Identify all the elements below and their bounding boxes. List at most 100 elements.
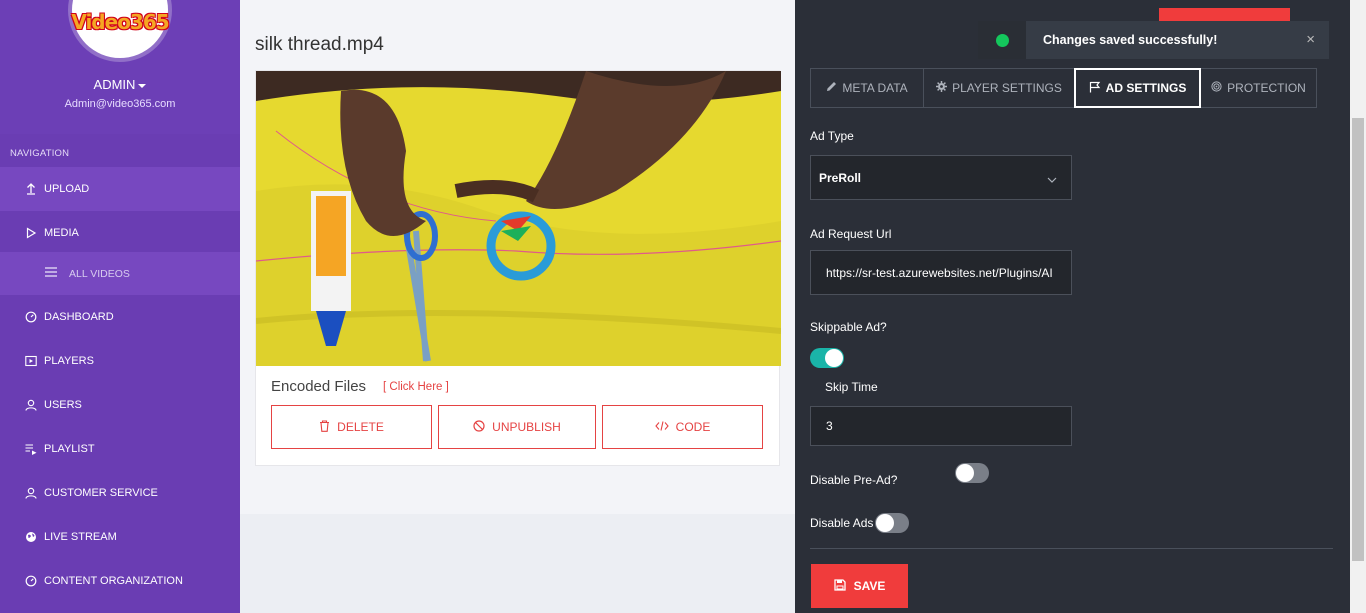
code-icon — [654, 420, 669, 434]
disable-pre-ad-label: Disable Pre-Ad? — [810, 473, 898, 487]
sidebar-item-playlist[interactable]: PLAYLIST — [0, 427, 240, 471]
tab-label: META DATA — [842, 81, 908, 95]
video-card: Encoded Files [ Click Here ] DELETE UNPU… — [255, 70, 781, 466]
toggle-knob — [876, 514, 894, 532]
skippable-ad-label: Skippable Ad? — [810, 320, 887, 334]
disable-ads-label: Disable Ads — [810, 516, 874, 530]
caret-down-icon — [138, 83, 147, 88]
skip-time-label: Skip Time — [825, 380, 878, 394]
code-label: CODE — [675, 420, 711, 434]
ad-request-url-value: https://sr-test.azurewebsites.net/Plugin… — [826, 265, 1053, 280]
sidebar-item-label: LIVE STREAM — [44, 531, 117, 543]
tab-ad-settings[interactable]: AD SETTINGS — [1074, 68, 1201, 108]
playlist-icon — [25, 443, 37, 455]
delete-label: DELETE — [337, 420, 384, 434]
code-button[interactable]: CODE — [602, 405, 763, 449]
toast-notification: Changes saved successfully! × — [978, 21, 1329, 59]
gear-icon — [936, 81, 948, 95]
sidebar-item-dashboard[interactable]: DASHBOARD — [0, 295, 240, 339]
trash-icon — [319, 419, 330, 435]
sidebar-item-label: CONTENT ORGANIZATION — [44, 575, 183, 587]
scrollbar-thumb[interactable] — [1352, 118, 1364, 561]
skip-time-input[interactable]: 3 — [810, 406, 1072, 446]
sidebar-item-label: PLAYLIST — [44, 443, 95, 455]
ad-request-url-input[interactable]: https://sr-test.azurewebsites.net/Plugin… — [810, 250, 1072, 295]
sidebar-item-label: UPLOAD — [44, 183, 90, 195]
flag-icon — [1089, 81, 1101, 96]
brand-logo[interactable]: Video365 — [71, 0, 170, 58]
encoded-files-label: Encoded Files — [271, 378, 367, 395]
ban-icon — [473, 419, 485, 435]
unpublish-label: UNPUBLISH — [492, 420, 561, 434]
admin-name: ADMIN — [93, 77, 136, 92]
tab-protection[interactable]: PROTECTION — [1200, 68, 1317, 108]
sidebar-subitem-all-videos[interactable]: ALL VIDEOS — [0, 252, 240, 295]
video-title: silk thread.mp4 — [255, 34, 384, 55]
sidebar-item-label: DASHBOARD — [44, 311, 114, 323]
sidebar-item-media[interactable]: MEDIA — [0, 211, 240, 255]
sidebar-subitem-label: ALL VIDEOS — [69, 267, 130, 280]
gauge-icon — [25, 311, 37, 323]
ad-type-value: PreRoll — [819, 170, 862, 185]
disable-ads-toggle[interactable] — [875, 513, 909, 533]
pencil-icon — [826, 81, 837, 95]
gauge-icon — [25, 575, 37, 587]
sidebar-item-label: MEDIA — [44, 227, 79, 239]
video-frame-image — [256, 71, 781, 366]
tab-meta-data[interactable]: META DATA — [810, 68, 924, 108]
user-icon — [25, 399, 37, 411]
sidebar-item-label: CUSTOMER SERVICE — [44, 487, 158, 499]
ad-type-label: Ad Type — [810, 129, 854, 143]
video-preview[interactable] — [256, 71, 781, 366]
sidebar-item-upload[interactable]: UPLOAD — [0, 167, 240, 211]
sidebar-item-live-stream[interactable]: LIVE STREAM — [0, 515, 240, 559]
user-icon — [25, 487, 37, 499]
divider — [810, 548, 1333, 549]
sidebar-item-customer-service[interactable]: CUSTOMER SERVICE — [0, 471, 240, 515]
target-icon — [1211, 81, 1222, 95]
toast-message: Changes saved successfully! — [1043, 33, 1218, 47]
toast-status — [978, 21, 1026, 59]
disable-pre-ad-toggle[interactable] — [955, 463, 989, 483]
sidebar-item-label: USERS — [44, 399, 82, 411]
sidebar: Video365 ADMIN Admin@video365.com NAVIGA… — [0, 0, 240, 613]
main-footer-area — [240, 514, 795, 613]
admin-menu[interactable]: ADMIN — [0, 77, 240, 92]
player-icon — [25, 355, 37, 367]
chevron-down-icon — [1047, 173, 1057, 187]
delete-button[interactable]: DELETE — [271, 405, 432, 449]
tab-player-settings[interactable]: PLAYER SETTINGS — [923, 68, 1075, 108]
globe-icon — [25, 531, 37, 543]
tab-label: PLAYER SETTINGS — [952, 81, 1062, 95]
settings-tabs: META DATA PLAYER SETTINGS AD SETTINGS PR… — [810, 68, 1317, 108]
close-icon[interactable]: × — [1306, 31, 1315, 48]
sidebar-item-players[interactable]: PLAYERS — [0, 339, 240, 383]
toggle-knob — [825, 349, 843, 367]
skip-time-value: 3 — [826, 419, 833, 433]
ad-request-url-label: Ad Request Url — [810, 227, 892, 241]
sidebar-item-content-organization[interactable]: CONTENT ORGANIZATION — [0, 559, 240, 603]
top-red-button[interactable] — [1159, 8, 1290, 22]
page-scrollbar[interactable] — [1350, 0, 1366, 613]
list-icon — [45, 267, 57, 280]
nav-heading: NAVIGATION — [10, 148, 70, 159]
save-button[interactable]: SAVE — [811, 564, 908, 608]
toggle-knob — [956, 464, 974, 482]
main-content: silk thread.mp4 Encoded Files [Click He… — [240, 0, 795, 613]
ad-type-select[interactable]: PreRoll — [810, 155, 1072, 200]
admin-email: Admin@video365.com — [64, 98, 176, 110]
skippable-ad-toggle[interactable] — [810, 348, 844, 368]
tab-label: AD SETTINGS — [1105, 81, 1187, 95]
sidebar-item-label: PLAYERS — [44, 355, 94, 367]
unpublish-button[interactable]: UNPUBLISH — [438, 405, 596, 449]
play-icon — [25, 227, 37, 239]
save-icon — [833, 578, 846, 594]
upload-icon — [25, 183, 37, 195]
click-here-link[interactable]: [ Click Here ] — [383, 381, 449, 393]
success-dot-icon — [995, 33, 1009, 47]
logo-text: Video365 — [71, 10, 169, 34]
settings-panel: Changes saved successfully! × META DATA … — [795, 0, 1350, 613]
tab-label: PROTECTION — [1227, 81, 1306, 95]
save-label: SAVE — [853, 579, 886, 593]
sidebar-item-users[interactable]: USERS — [0, 383, 240, 427]
